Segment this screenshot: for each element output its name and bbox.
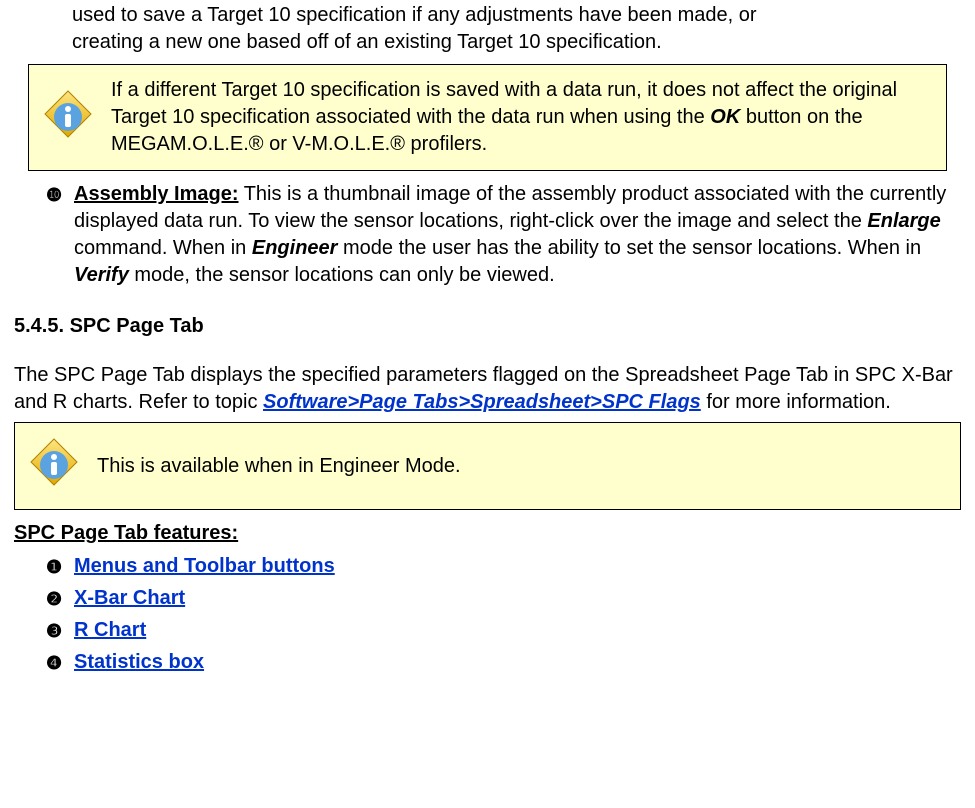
link-menus-toolbar[interactable]: Menus and Toolbar buttons	[74, 555, 335, 577]
bullet-number-10: ❿	[46, 181, 70, 209]
note-box-engineer-mode: This is available when in Engineer Mode.	[14, 422, 961, 510]
assembly-text-2: command. When in	[74, 237, 252, 259]
feature-num-4: ❹	[46, 649, 70, 677]
assembly-text-4: mode, the sensor locations can only be v…	[129, 264, 555, 286]
info-icon	[43, 89, 93, 147]
assembly-text-3: mode the user has the ability to set the…	[337, 237, 921, 259]
enlarge-cmd: Enlarge	[867, 210, 940, 232]
intro-text-line2: creating a new one based off of an exist…	[72, 31, 662, 53]
intro-text-line1: used to save a Target 10 specification i…	[72, 4, 757, 26]
note-text: If a different Target 10 specification i…	[111, 77, 936, 158]
feature-num-3: ❸	[46, 617, 70, 645]
note1-ok: OK	[710, 106, 740, 128]
info-icon	[29, 437, 79, 495]
spc-text-2: for more information.	[701, 391, 891, 413]
engineer-mode: Engineer	[252, 237, 338, 259]
bullet-assembly-image: ❿ Assembly Image: This is a thumbnail im…	[14, 181, 961, 289]
assembly-image-title: Assembly Image:	[74, 183, 239, 205]
note-box-target10: If a different Target 10 specification i…	[28, 64, 947, 171]
link-r-chart[interactable]: R Chart	[74, 619, 146, 641]
feature-list: ❶ Menus and Toolbar buttons ❷ X-Bar Char…	[14, 553, 961, 677]
feature-item-1: ❶ Menus and Toolbar buttons	[14, 553, 961, 581]
feature-item-4: ❹ Statistics box	[14, 649, 961, 677]
note2-text: This is available when in Engineer Mode.	[97, 453, 950, 480]
link-xbar-chart[interactable]: X-Bar Chart	[74, 587, 185, 609]
intro-paragraph: used to save a Target 10 specification i…	[14, 2, 961, 56]
verify-mode: Verify	[74, 264, 129, 286]
features-heading: SPC Page Tab features:	[14, 520, 961, 547]
feature-item-2: ❷ X-Bar Chart	[14, 585, 961, 613]
feature-num-1: ❶	[46, 553, 70, 581]
section-heading-spc: 5.4.5. SPC Page Tab	[14, 313, 961, 340]
spc-paragraph: The SPC Page Tab displays the specified …	[14, 362, 961, 416]
link-statistics-box[interactable]: Statistics box	[74, 651, 204, 673]
feature-num-2: ❷	[46, 585, 70, 613]
link-spc-flags[interactable]: Software>Page Tabs>Spreadsheet>SPC Flags	[263, 391, 701, 413]
bullet-body: Assembly Image: This is a thumbnail imag…	[74, 181, 961, 289]
feature-item-3: ❸ R Chart	[14, 617, 961, 645]
